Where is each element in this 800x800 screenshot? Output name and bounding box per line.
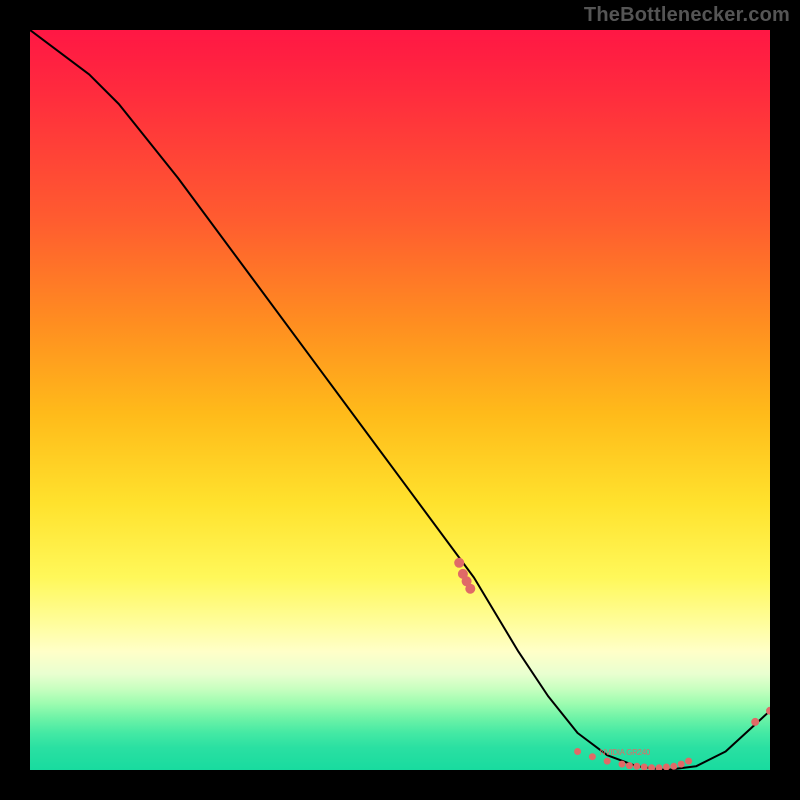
data-point (685, 758, 692, 765)
data-point (678, 761, 685, 768)
data-point (465, 584, 475, 594)
data-point (574, 748, 581, 755)
chart-frame: NVIDIA GR240 TheBottlenecker.com (0, 0, 800, 800)
data-point (663, 764, 670, 771)
data-point (670, 763, 677, 770)
data-point (751, 718, 759, 726)
data-point (589, 753, 596, 760)
chart-overlay: NVIDIA GR240 (30, 30, 770, 770)
data-point (633, 763, 640, 770)
bottleneck-curve (30, 30, 770, 770)
data-point (454, 558, 464, 568)
plot-area: NVIDIA GR240 (30, 30, 770, 770)
data-points (454, 558, 770, 770)
data-point (648, 764, 655, 770)
data-point (619, 761, 626, 768)
inline-series-label: NVIDIA GR240 (600, 748, 651, 757)
data-point (641, 764, 648, 771)
data-point (604, 758, 611, 765)
watermark-text: TheBottlenecker.com (584, 4, 790, 27)
data-point (626, 762, 633, 769)
data-point (656, 764, 663, 770)
